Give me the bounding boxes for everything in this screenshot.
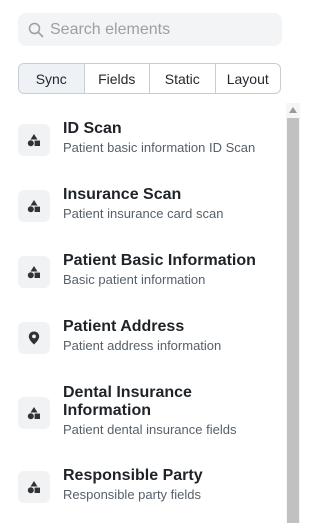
list-item-insurance-scan[interactable]: Insurance Scan Patient insurance card sc… [18, 186, 278, 222]
item-title: Dental Insurance Information [63, 384, 192, 419]
element-list: ID Scan Patient basic information ID Sca… [0, 104, 285, 523]
item-title: Patient Basic Information [63, 252, 256, 269]
search-icon [28, 22, 44, 38]
item-title: Patient Address [63, 318, 185, 335]
item-title: Responsible Party [63, 467, 203, 484]
item-title: ID Scan [63, 120, 122, 137]
tab-layout[interactable]: Layout [216, 64, 281, 93]
list-item-dental-insurance-information[interactable]: Dental Insurance Information Patient den… [18, 384, 278, 438]
item-description: Patient basic information ID Scan [63, 140, 256, 155]
shapes-icon [18, 190, 50, 222]
item-title: Insurance Scan [63, 186, 182, 203]
location-pin-icon [18, 322, 50, 354]
tab-static[interactable]: Static [150, 64, 216, 93]
shapes-icon [18, 397, 50, 429]
shapes-icon [18, 124, 50, 156]
item-description: Patient dental insurance fields [63, 422, 237, 437]
scroll-up-arrow-icon[interactable] [289, 107, 297, 113]
search-box[interactable] [18, 13, 282, 46]
item-description: Patient address information [63, 338, 222, 353]
list-item-patient-basic-information[interactable]: Patient Basic Information Basic patient … [18, 252, 278, 288]
scroll-thumb[interactable] [287, 118, 299, 523]
search-input[interactable] [50, 20, 270, 39]
list-scrollbar[interactable] [286, 103, 300, 523]
item-description: Responsible party fields [63, 487, 202, 502]
elements-panel: Sync Fields Static Layout ID Scan Patien… [0, 0, 303, 523]
tab-fields[interactable]: Fields [85, 64, 150, 93]
item-description: Patient insurance card scan [63, 206, 224, 221]
element-tabs: Sync Fields Static Layout [18, 63, 281, 94]
shapes-icon [18, 471, 50, 503]
shapes-icon [18, 256, 50, 288]
tab-sync[interactable]: Sync [19, 64, 85, 93]
list-item-id-scan[interactable]: ID Scan Patient basic information ID Sca… [18, 120, 278, 156]
list-item-responsible-party[interactable]: Responsible Party Responsible party fiel… [18, 467, 278, 503]
list-item-patient-address[interactable]: Patient Address Patient address informat… [18, 318, 278, 354]
item-description: Basic patient information [63, 272, 206, 287]
